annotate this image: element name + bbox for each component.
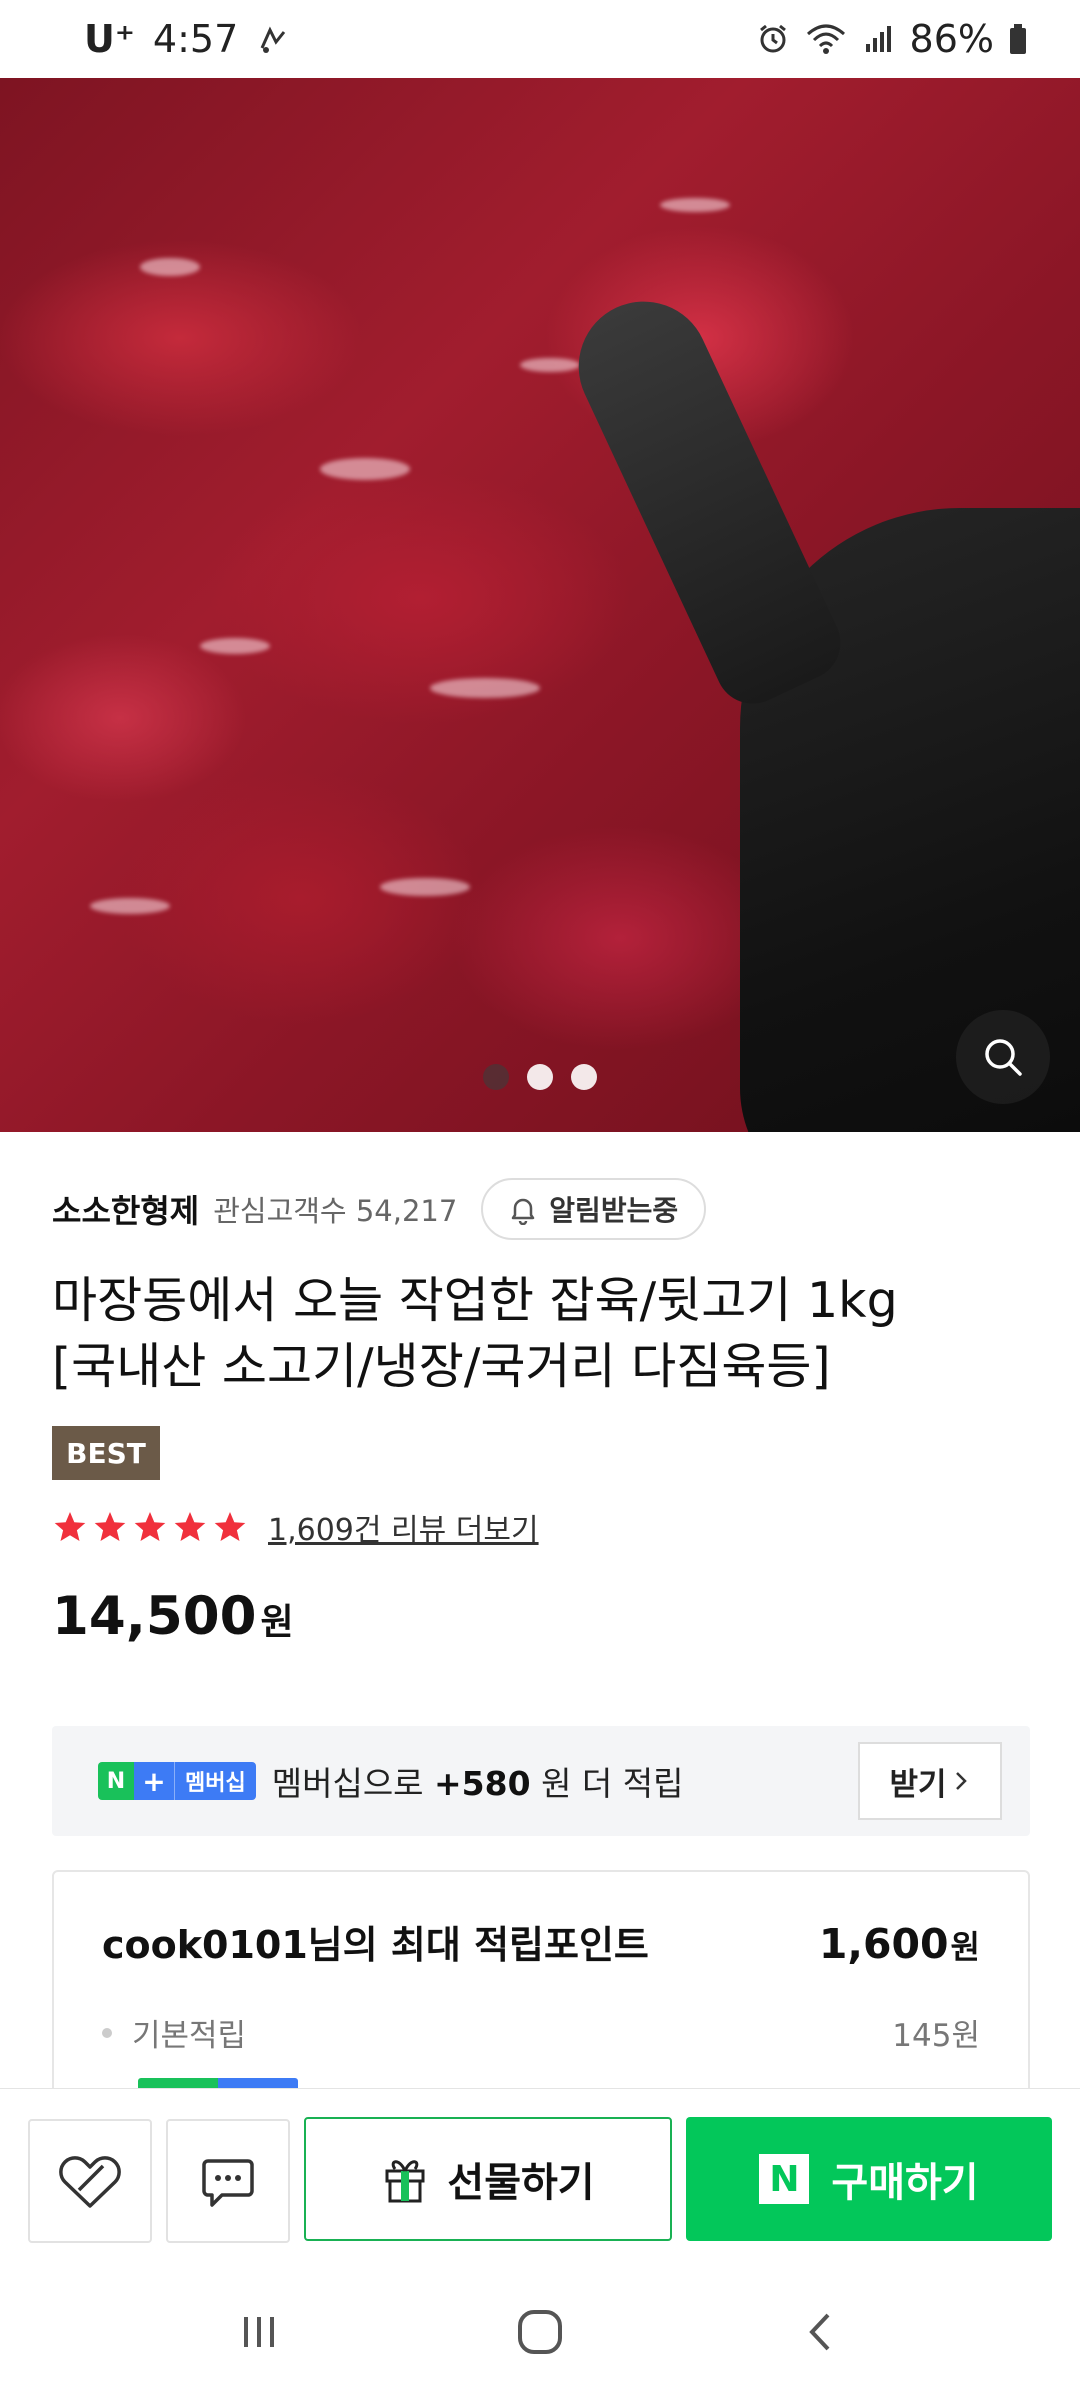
star-icon — [54, 1512, 86, 1541]
price-value: 14,500 — [52, 1586, 257, 1647]
navigation-bar — [0, 2268, 1080, 2400]
rating-row: 1,609건 리뷰 더보기 — [52, 1504, 539, 1550]
bullet-icon — [102, 2027, 112, 2038]
battery-percent: 86% — [909, 17, 994, 61]
product-image[interactable] — [0, 78, 1080, 1132]
notify-label: 알림받는중 — [549, 1194, 679, 1227]
recent-apps-icon — [244, 2317, 274, 2347]
points-total-value: 1,600 — [818, 1920, 949, 1968]
badge-plus: + — [134, 1762, 174, 1800]
chat-icon — [202, 2159, 254, 2207]
wifi-icon — [804, 22, 848, 56]
buy-label: 구매하기 — [831, 2160, 979, 2206]
home-icon — [518, 2310, 562, 2354]
points-row: 기본적립 145원 — [102, 2010, 980, 2055]
bell-icon — [512, 1198, 535, 1225]
points-total-unit: 원 — [950, 1928, 980, 1966]
points-header: cook0101님의 최대 적립포인트 1,600원 — [102, 1914, 980, 1969]
carousel-dots[interactable] — [0, 1064, 1080, 1090]
store-info: 소소한형제 관심고객수 54,217 알림받는중 — [52, 1176, 707, 1242]
product-title: 마장동에서 오늘 작업한 잡육/뒷고기 1kg [국내산 소고기/냉장/국거리 … — [52, 1268, 1042, 1400]
activity-icon — [256, 22, 290, 56]
chevron-right-icon — [955, 1772, 967, 1790]
battery-icon — [1008, 22, 1028, 56]
membership-banner: N + 멤버십 멤버십으로 +580 원 더 적립 받기 — [52, 1726, 1030, 1836]
alarm-icon — [756, 22, 790, 56]
talk-button[interactable] — [166, 2119, 290, 2243]
clock: 4:57 — [152, 17, 239, 61]
bottom-action-bar: 선물하기 N 구매하기 — [0, 2088, 1080, 2268]
price-unit: 원 — [260, 1602, 294, 1643]
carousel-dot[interactable] — [483, 1064, 509, 1090]
membership-text-suffix: 원 더 적립 — [530, 1764, 684, 1803]
back-icon — [809, 2313, 830, 2351]
title-line: 마장동에서 오늘 작업한 잡육/뒷고기 1kg — [52, 1272, 898, 1329]
back-button[interactable] — [796, 2307, 846, 2361]
price: 14,500 원 — [52, 1586, 294, 1647]
wishlist-button[interactable] — [28, 2119, 152, 2243]
star-icon — [214, 1512, 246, 1541]
gift-label: 선물하기 — [447, 2160, 595, 2206]
points-row-value: 145원 — [892, 2018, 980, 2054]
star-icon — [94, 1512, 126, 1541]
receive-button[interactable]: 받기 — [858, 1742, 1002, 1820]
best-badge: BEST — [52, 1426, 160, 1480]
heart-icon — [59, 2156, 121, 2208]
gift-button[interactable]: 선물하기 — [304, 2117, 672, 2241]
gift-icon — [385, 2160, 425, 2203]
review-link[interactable]: 1,609건 리뷰 더보기 — [268, 1505, 539, 1549]
naver-logo-icon: N — [759, 2154, 810, 2204]
membership-text: 멤버십으로 +580 원 더 적립 — [272, 1757, 684, 1805]
receive-label: 받기 — [889, 1766, 947, 1803]
star-rating — [52, 1509, 248, 1545]
star-icon — [134, 1512, 166, 1541]
star-icon — [174, 1512, 206, 1541]
followers-count: 관심고객수 54,217 — [213, 1194, 458, 1228]
badge-label: 멤버십 — [174, 1762, 256, 1800]
carousel-dot[interactable] — [571, 1064, 597, 1090]
zoom-button[interactable] — [956, 1010, 1050, 1104]
status-bar: U⁺ 4:57 86% — [0, 0, 1080, 78]
home-button[interactable] — [512, 2304, 568, 2364]
carrier-label: U⁺ — [84, 17, 135, 61]
points-total: 1,600원 — [819, 1920, 980, 1968]
membership-amount: +580 — [434, 1764, 531, 1803]
buy-button[interactable]: N 구매하기 — [686, 2117, 1052, 2241]
points-title: cook0101님의 최대 적립포인트 — [102, 1923, 649, 1967]
search-icon — [985, 1039, 1022, 1076]
naver-plus-membership-badge: N + 멤버십 — [98, 1762, 256, 1800]
carousel-dot[interactable] — [527, 1064, 553, 1090]
title-line: [국내산 소고기/냉장/국거리 다짐육등] — [52, 1338, 831, 1395]
signal-icon — [862, 22, 896, 56]
points-row-label: 기본적립 — [132, 2018, 247, 2054]
badge-n: N — [98, 1762, 134, 1800]
recent-apps-button[interactable] — [234, 2307, 284, 2361]
membership-text-prefix: 멤버십으로 — [271, 1764, 435, 1803]
store-name[interactable]: 소소한형제 — [52, 1186, 199, 1232]
notify-button[interactable]: 알림받는중 — [481, 1178, 707, 1240]
